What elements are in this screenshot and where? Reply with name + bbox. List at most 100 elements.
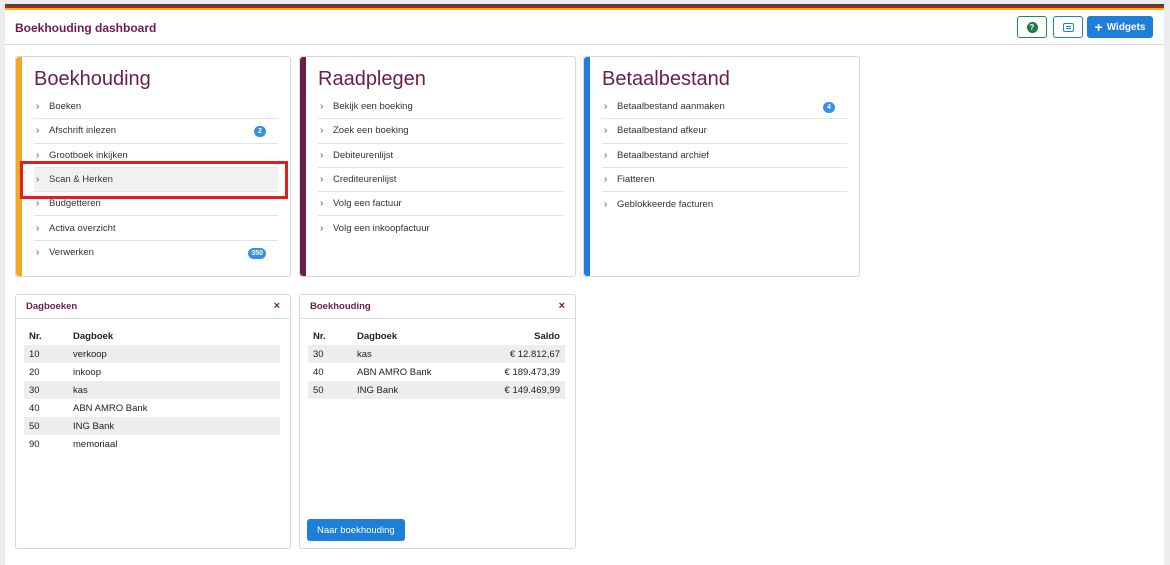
table-row[interactable]: 10 verkoop [24, 345, 280, 363]
chevron-right-icon: › [36, 247, 40, 259]
menu-item-betaalbestand-afkeur[interactable]: › Betaalbestand afkeur [602, 119, 847, 144]
menu-item-betaalbestand-aanmaken[interactable]: › Betaalbestand aanmaken 4 [602, 95, 847, 120]
page-header: Boekhouding dashboard ? + Widgets [5, 10, 1164, 45]
cell-dagboek: kas [357, 348, 372, 360]
column-header-saldo: Saldo [534, 330, 560, 342]
menu-item-label: Bekijk een boeking [333, 101, 413, 113]
menu-item-label: Fiatteren [617, 174, 655, 186]
menu-item-label: Scan & Herken [49, 174, 113, 186]
cell-dagboek: kas [73, 384, 88, 396]
cell-nr: 40 [313, 366, 324, 378]
menu-item-betaalbestand-archief[interactable]: › Betaalbestand archief [602, 144, 847, 168]
cell-nr: 50 [29, 420, 40, 432]
close-icon[interactable]: × [559, 300, 565, 312]
menu-item-label: Grootboek inkijken [49, 149, 128, 161]
table-header-row: Nr. Dagboek Saldo [308, 327, 565, 345]
table-row[interactable]: 30 kas € 12.812,67 [308, 345, 565, 363]
table-row[interactable]: 50 ING Bank [24, 417, 280, 435]
table-row[interactable]: 30 kas [24, 381, 280, 399]
chevron-right-icon: › [320, 149, 324, 161]
menu-item-grootboek-inkijken[interactable]: › Grootboek inkijken [34, 144, 278, 168]
menu-item-label: Afschrift inlezen [49, 125, 117, 137]
card-accent [16, 57, 22, 276]
widget-header: Dagboeken × [16, 295, 290, 319]
table-row[interactable]: 50 ING Bank € 149.469,99 [308, 381, 565, 399]
menu-item-zoek-boeking[interactable]: › Zoek een boeking [318, 119, 563, 144]
count-badge: 350 [248, 247, 266, 259]
menu-item-label: Volg een factuur [333, 198, 402, 210]
menu-item-budgetteren[interactable]: › Budgetteren [34, 192, 278, 217]
menu-item-label: Geblokkeerde facturen [617, 198, 714, 210]
column-header-nr: Nr. [313, 330, 326, 342]
table-row[interactable]: 40 ABN AMRO Bank € 189.473,39 [308, 363, 565, 381]
boekhouding-menu-card: Boekhouding › Boeken › Afschrift inlezen 2 … [15, 56, 291, 277]
table-row[interactable]: 90 memoriaal [24, 435, 280, 453]
chevron-right-icon: › [604, 198, 608, 210]
menu-item-volg-factuur[interactable]: › Volg een factuur [318, 192, 563, 217]
feedback-button[interactable] [1053, 16, 1083, 38]
menu-item-afschrift-inlezen[interactable]: › Afschrift inlezen 2 [34, 119, 278, 144]
chat-icon [1062, 22, 1074, 32]
widget-title: Boekhouding [310, 301, 371, 312]
widget-title: Dagboeken [26, 301, 78, 312]
cell-dagboek: ING Bank [73, 420, 115, 432]
boekhouding-widget: Boekhouding × Nr. Dagboek Saldo 30 kas € 1… [299, 294, 576, 549]
cell-dagboek: verkoop [73, 348, 107, 360]
card-title: Raadplegen [318, 68, 426, 90]
chevron-right-icon: › [604, 149, 608, 161]
cell-dagboek: ING Bank [357, 384, 399, 396]
cell-nr: 30 [29, 384, 40, 396]
chevron-right-icon: › [320, 101, 324, 113]
saldo-table: Nr. Dagboek Saldo 30 kas € 12.812,67 40 ABN… [308, 327, 565, 399]
cell-dagboek: ABN AMRO Bank [73, 402, 148, 414]
cell-nr: 20 [29, 366, 40, 378]
count-badge: 4 [823, 102, 835, 113]
naar-boekhouding-button[interactable]: Naar boekhouding [307, 519, 405, 541]
menu-item-geblokkeerde-facturen[interactable]: › Geblokkeerde facturen [602, 192, 847, 216]
table-row[interactable]: 20 inkoop [24, 363, 280, 381]
menu-list: › Boeken › Afschrift inlezen 2 › Grootboek i… [34, 95, 278, 265]
menu-item-debiteurenlijst[interactable]: › Debiteurenlijst [318, 144, 563, 168]
menu-item-boeken[interactable]: › Boeken [34, 95, 278, 120]
chevron-right-icon: › [320, 198, 324, 210]
menu-item-label: Volg een inkoopfactuur [333, 223, 430, 235]
widget-header: Boekhouding × [300, 295, 575, 319]
menu-item-crediteurenlijst[interactable]: › Crediteurenlijst [318, 168, 563, 193]
cell-saldo: € 189.473,39 [504, 366, 560, 378]
add-widgets-button[interactable]: + Widgets [1087, 16, 1153, 38]
chevron-right-icon: › [604, 101, 608, 113]
menu-item-label: Activa overzicht [49, 222, 116, 234]
card-accent [584, 57, 590, 276]
menu-item-fiatteren[interactable]: › Fiatteren [602, 168, 847, 193]
chevron-right-icon: › [320, 174, 324, 186]
close-icon[interactable]: × [274, 300, 280, 312]
card-title: Boekhouding [34, 68, 151, 90]
cell-dagboek: inkoop [73, 366, 101, 378]
page-title: Boekhouding dashboard [15, 21, 157, 35]
betaalbestand-menu-card: Betaalbestand › Betaalbestand aanmaken 4 ›… [583, 56, 860, 277]
chevron-right-icon: › [36, 101, 40, 113]
chevron-right-icon: › [604, 125, 608, 137]
cell-nr: 30 [313, 348, 324, 360]
chevron-right-icon: › [36, 174, 40, 186]
menu-item-label: Verwerken [49, 247, 94, 259]
menu-item-volg-inkoopfactuur[interactable]: › Volg een inkoopfactuur [318, 216, 563, 240]
cell-dagboek: ABN AMRO Bank [357, 366, 432, 378]
menu-item-verwerken[interactable]: › Verwerken 350 [34, 241, 278, 265]
chevron-right-icon: › [36, 198, 40, 210]
menu-item-label: Debiteurenlijst [333, 149, 394, 161]
help-button[interactable]: ? [1017, 16, 1047, 38]
card-title: Betaalbestand [602, 68, 730, 90]
menu-item-scan-herken[interactable]: › Scan & Herken [34, 167, 278, 193]
menu-list: › Bekijk een boeking › Zoek een boeking › D… [318, 95, 563, 241]
cell-nr: 40 [29, 402, 40, 414]
cell-saldo: € 149.469,99 [504, 384, 560, 396]
cell-nr: 10 [29, 348, 40, 360]
table-row[interactable]: 40 ABN AMRO Bank [24, 399, 280, 417]
help-icon: ? [1026, 21, 1038, 33]
chevron-right-icon: › [36, 222, 40, 234]
dagboeken-table: Nr. Dagboek 10 verkoop 20 inkoop 30 kas 40 A… [24, 327, 280, 453]
column-header-dagboek: Dagboek [357, 330, 398, 342]
menu-item-activa-overzicht[interactable]: › Activa overzicht [34, 216, 278, 241]
menu-item-bekijk-boeking[interactable]: › Bekijk een boeking [318, 95, 563, 120]
